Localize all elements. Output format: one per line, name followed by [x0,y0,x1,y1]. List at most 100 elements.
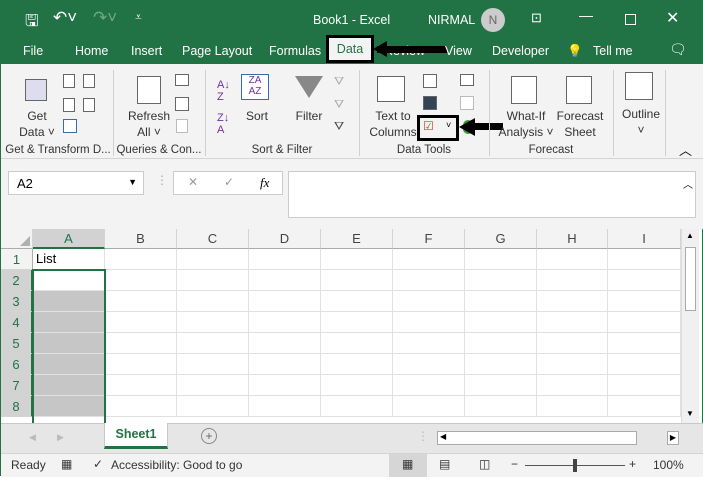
name-box[interactable]: A2 ▼ [8,171,144,195]
data-validation-button[interactable]: ☑ ˅ [417,115,459,141]
cell-H1[interactable] [537,249,608,270]
column-header[interactable]: D [249,229,321,249]
cell-C1[interactable] [177,249,249,270]
cell-C2[interactable] [177,270,249,291]
cell-D5[interactable] [249,333,321,354]
cell-F4[interactable] [393,312,465,333]
cell-I7[interactable] [608,375,681,396]
sort-z-a-icon[interactable]: Z↓ A [217,112,229,136]
cell-B8[interactable] [105,396,177,417]
cell-D8[interactable] [249,396,321,417]
page-layout-view-icon[interactable]: ▤ [439,457,450,471]
undo-icon[interactable]: ↶˅ [53,8,77,28]
cell-A2[interactable] [33,270,105,291]
cell-H4[interactable] [537,312,608,333]
cell-B7[interactable] [105,375,177,396]
cell-F3[interactable] [393,291,465,312]
horizontal-scrollbar[interactable]: ◀ [437,431,637,445]
cell-A8[interactable] [33,396,105,417]
cell-G7[interactable] [465,375,537,396]
cell-E5[interactable] [321,333,393,354]
maximize-icon[interactable] [625,14,636,25]
flash-fill-icon[interactable] [423,74,437,88]
tab-file[interactable]: File [23,44,43,58]
cell-I5[interactable] [608,333,681,354]
cell-A4[interactable] [33,312,105,333]
tab-page-layout[interactable]: Page Layout [182,44,252,58]
recent-sources-icon[interactable] [83,74,95,88]
zoom-out-icon[interactable]: − [511,457,518,471]
cell-E2[interactable] [321,270,393,291]
cell-H6[interactable] [537,354,608,375]
next-sheet-icon[interactable]: ▶ [57,432,64,443]
cell-D4[interactable] [249,312,321,333]
tab-developer[interactable]: Developer [492,44,549,58]
cell-F5[interactable] [393,333,465,354]
add-sheet-icon[interactable]: + [201,428,217,444]
tab-home[interactable]: Home [75,44,108,58]
accessibility-status[interactable]: Accessibility: Good to go [111,458,242,472]
row-header[interactable]: 8 [1,396,33,417]
worksheet-grid[interactable]: A B C D E F G H I 1 2 3 4 5 6 7 8 List [1,229,681,423]
text-to-columns-button[interactable]: Text to Columns [365,108,421,140]
cell-B3[interactable] [105,291,177,312]
cell-D3[interactable] [249,291,321,312]
insert-function-button[interactable]: fx [260,175,269,191]
column-header[interactable]: G [465,229,537,249]
cell-C4[interactable] [177,312,249,333]
properties-icon[interactable] [175,97,189,111]
cell-G2[interactable] [465,270,537,291]
cell-E3[interactable] [321,291,393,312]
cell-G5[interactable] [465,333,537,354]
sort-a-z-icon[interactable]: A↓ Z [217,79,230,103]
cell-A1[interactable]: List [33,249,105,270]
prev-sheet-icon[interactable]: ◀ [29,432,36,443]
column-header[interactable]: A [33,229,105,249]
scroll-thumb[interactable] [685,247,696,311]
comments-icon[interactable]: 🗨 [669,41,687,58]
column-header[interactable]: B [105,229,177,249]
row-header[interactable]: 7 [1,375,33,396]
customize-qat-icon[interactable]: ⩡ [135,10,142,25]
cell-C5[interactable] [177,333,249,354]
tab-formulas[interactable]: Formulas [269,44,321,58]
cell-I1[interactable] [608,249,681,270]
consolidate-icon[interactable] [460,74,474,86]
relationships-icon[interactable] [460,96,474,110]
column-header[interactable]: E [321,229,393,249]
tab-view[interactable]: View [445,44,472,58]
cell-B6[interactable] [105,354,177,375]
row-header[interactable]: 2 [1,270,33,291]
row-header[interactable]: 3 [1,291,33,312]
cell-G8[interactable] [465,396,537,417]
column-header[interactable]: H [537,229,608,249]
cell-B4[interactable] [105,312,177,333]
page-break-view-icon[interactable]: ◫ [479,457,490,471]
zoom-level[interactable]: 100% [653,458,684,472]
cell-A3[interactable] [33,291,105,312]
formula-input[interactable] [288,171,696,218]
collapse-ribbon-icon[interactable]: ︿ [679,140,692,159]
outline-button[interactable]: Outline ˅ [617,106,665,138]
row-header[interactable]: 1 [1,249,33,270]
cell-F1[interactable] [393,249,465,270]
scroll-left-icon[interactable]: ◀ [440,432,446,441]
cell-I6[interactable] [608,354,681,375]
cell-A6[interactable] [33,354,105,375]
cell-I4[interactable] [608,312,681,333]
cell-I8[interactable] [608,396,681,417]
save-icon[interactable]: 🖫 [25,10,39,37]
cell-B1[interactable] [105,249,177,270]
cell-F8[interactable] [393,396,465,417]
zoom-slider-thumb[interactable] [573,459,577,472]
expand-formula-bar-icon[interactable]: ︿ [683,176,693,191]
cell-H2[interactable] [537,270,608,291]
filter-button[interactable]: Filter [291,108,327,124]
cell-E6[interactable] [321,354,393,375]
cell-D2[interactable] [249,270,321,291]
remove-duplicates-icon[interactable] [423,96,437,110]
cell-H3[interactable] [537,291,608,312]
cell-G6[interactable] [465,354,537,375]
cell-B5[interactable] [105,333,177,354]
sheet-tab[interactable]: Sheet1 [104,423,168,449]
